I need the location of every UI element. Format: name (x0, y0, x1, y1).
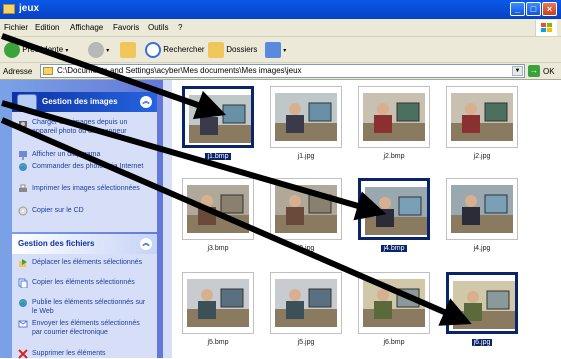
file-name: j4.jpg (473, 245, 491, 252)
address-label: Adresse (3, 67, 33, 76)
up-folder-icon (120, 42, 136, 58)
search-label: Rechercher (163, 45, 205, 55)
file-name: j5.bmp (207, 339, 229, 346)
search-button[interactable]: Rechercher (145, 42, 205, 58)
globe-icon (19, 163, 27, 171)
email-icon (18, 320, 28, 328)
thumbnail-frame (182, 178, 254, 240)
photo-preview (189, 95, 251, 143)
file-name: j1.bmp (205, 153, 231, 160)
thumbnail-frame (446, 272, 518, 334)
thumbnail-frame (446, 86, 518, 148)
thumbnail-frame (182, 86, 254, 148)
menu-file[interactable]: Fichier (4, 23, 28, 32)
picture-tasks-header[interactable]: Gestion des images ︽ (12, 92, 157, 112)
task-pane: Gestion des images ︽ Charger des images … (0, 80, 172, 359)
folders-icon (208, 42, 224, 58)
file-name: j2.bmp (383, 153, 405, 160)
thumbnail-frame (358, 272, 430, 334)
thumbnail-frame (270, 178, 342, 240)
window-title: jeux (19, 3, 40, 14)
folder-icon (3, 4, 15, 14)
menu-bar: Fichier Edition Affichage Favoris Outils… (0, 19, 561, 37)
collapse-chevron-icon[interactable]: ︽ (140, 96, 152, 108)
thumbnail-frame (270, 272, 342, 334)
back-arrow-icon (4, 42, 20, 58)
views-icon (265, 42, 281, 58)
file-name: j2.jpg (473, 153, 491, 160)
move-icon (19, 259, 27, 267)
file-name: j1.jpg (297, 153, 315, 160)
thumbnail-frame (358, 86, 430, 148)
close-button[interactable]: × (542, 2, 557, 16)
photo-preview (451, 185, 513, 233)
photo-preview (363, 279, 425, 327)
file-view: j1.bmp j1.jpg j2.bmp j2.jpg j3.bmp j3.jpg j4.b… (172, 80, 561, 358)
toolbar: Précédente ▾ ▾ Rechercher Dossiers ▾ (0, 37, 561, 63)
address-field[interactable]: C:\Documents and Settings\acyber\Mes doc… (40, 64, 525, 78)
search-icon (145, 42, 161, 58)
back-label: Précédente (22, 45, 64, 55)
camera-icon (19, 121, 27, 127)
forward-button[interactable]: ▾ (88, 42, 109, 58)
thumbnail-frame (182, 272, 254, 334)
address-bar: Adresse C:\Documents and Settings\acyber… (0, 63, 561, 80)
photo-preview (275, 279, 337, 327)
photo-preview (275, 93, 337, 141)
folders-button[interactable]: Dossiers (208, 42, 257, 58)
collapse-chevron-icon[interactable]: ︽ (140, 238, 152, 250)
file-name: j6.bmp (383, 339, 405, 346)
slideshow-icon (19, 151, 27, 160)
up-folder-button[interactable] (120, 42, 136, 58)
views-button[interactable]: ▾ (265, 42, 286, 58)
photo-preview (187, 185, 249, 233)
folders-label: Dossiers (226, 45, 258, 55)
go-arrow-icon[interactable]: → (528, 65, 540, 77)
pane-splitter[interactable] (163, 80, 172, 358)
picture-tasks-title: Gestion des images (42, 97, 118, 106)
go-button[interactable]: OK (543, 67, 555, 76)
cd-icon (18, 206, 28, 216)
forward-arrow-icon (88, 42, 104, 58)
pictures-icon (17, 94, 37, 111)
menu-help[interactable]: ? (178, 23, 182, 32)
menu-favorites[interactable]: Favoris (113, 23, 139, 32)
file-tasks-panel: Gestion des fichiers ︽ Déplacer les élém… (12, 234, 157, 359)
thumbnail-frame (446, 178, 518, 240)
menu-edit[interactable]: Edition (35, 23, 59, 32)
file-tasks-title: Gestion des fichiers (18, 239, 95, 248)
address-value: C:\Documents and Settings\acyber\Mes doc… (57, 66, 302, 75)
minimize-button[interactable]: _ (510, 2, 525, 16)
folder-icon (43, 67, 53, 75)
thumbnail-frame (358, 178, 430, 240)
file-name: j5.jpg (297, 339, 315, 346)
picture-tasks-panel: Gestion des images ︽ Charger des images … (12, 92, 157, 232)
photo-preview (187, 279, 249, 327)
address-dropdown-button[interactable]: ▼ (512, 66, 523, 76)
photo-preview (363, 93, 425, 141)
windows-logo-icon (535, 20, 557, 36)
file-name: j6.jpg (471, 339, 493, 346)
photo-preview (453, 281, 515, 329)
file-name: j3.jpg (297, 245, 315, 252)
file-name: j3.bmp (207, 245, 229, 252)
copy-icon (18, 278, 28, 288)
menu-view[interactable]: Affichage (70, 23, 103, 32)
maximize-button[interactable]: □ (526, 2, 541, 16)
menu-tools[interactable]: Outils (148, 23, 168, 32)
photo-preview (275, 185, 337, 233)
photo-preview (365, 187, 427, 235)
file-name: j4.bmp (381, 245, 407, 252)
photo-preview (451, 93, 513, 141)
globe-icon (19, 299, 27, 307)
printer-icon (19, 184, 27, 192)
thumbnail-frame (270, 86, 342, 148)
title-bar: jeux _ □ × (0, 0, 561, 19)
back-button[interactable]: Précédente ▾ (4, 42, 68, 58)
file-tasks-header[interactable]: Gestion des fichiers ︽ (12, 234, 157, 254)
